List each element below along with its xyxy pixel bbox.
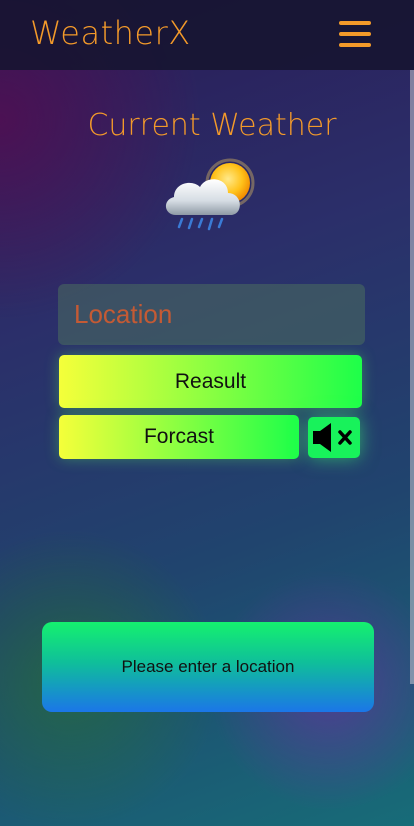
status-card: Please enter a location <box>42 622 374 712</box>
menu-bar <box>339 21 371 25</box>
mute-button[interactable] <box>308 417 360 458</box>
forecast-button[interactable]: Forcast <box>59 415 299 459</box>
menu-bar <box>339 32 371 36</box>
top-navbar: WeatherX <box>0 0 414 70</box>
result-button[interactable]: Reasult <box>59 355 362 408</box>
location-input[interactable] <box>58 284 365 345</box>
menu-bar <box>339 43 371 47</box>
sun-behind-rain-cloud-icon <box>158 155 258 237</box>
hamburger-menu-icon[interactable] <box>339 20 371 48</box>
page-title: Current Weather <box>87 108 337 143</box>
speaker-muted-icon <box>308 423 360 462</box>
scrollbar[interactable] <box>410 70 414 684</box>
brand-logo[interactable]: WeatherX <box>30 14 191 52</box>
status-message: Please enter a location <box>121 657 295 676</box>
